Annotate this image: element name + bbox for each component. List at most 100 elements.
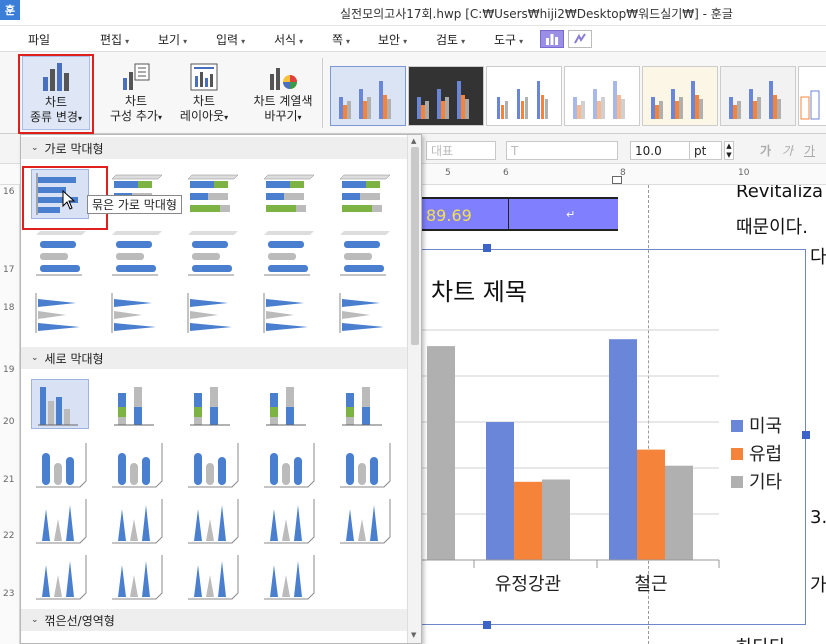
- ruler-tick: 10: [738, 168, 750, 178]
- chart-layout-button[interactable]: 차트 레이아웃▾: [176, 56, 232, 130]
- vertical-bar-type-option[interactable]: [107, 551, 165, 601]
- horizontal-bar-type-option[interactable]: [335, 229, 393, 279]
- ruler-tick: 19: [3, 365, 15, 375]
- font-unit-select[interactable]: pt: [690, 141, 722, 160]
- scroll-down-icon[interactable]: ▼: [411, 631, 416, 639]
- chart-context-tab-icon[interactable]: [540, 30, 564, 48]
- scrollbar-thumb[interactable]: [411, 147, 419, 345]
- chart-bar[interactable]: [427, 346, 455, 560]
- menu-format[interactable]: 서식 ▾: [274, 31, 303, 48]
- ruler-tick: 16: [3, 187, 15, 197]
- menu-file[interactable]: 파일: [28, 31, 50, 48]
- paragraph-mark: ↵: [566, 208, 576, 221]
- app-icon[interactable]: 훈: [0, 0, 20, 20]
- vertical-bar-type-option[interactable]: [259, 551, 317, 601]
- font-size-input[interactable]: 10.0: [630, 141, 690, 160]
- italic-button[interactable]: 가: [782, 142, 793, 159]
- menu-insert[interactable]: 입력 ▾: [216, 31, 245, 48]
- vertical-bar-type-option[interactable]: [183, 379, 241, 429]
- chart-bar[interactable]: [665, 465, 693, 560]
- chart-style-7[interactable]: [798, 66, 826, 126]
- chart-style-4[interactable]: [564, 66, 640, 126]
- add-element-label-1: 차트: [124, 94, 148, 108]
- vertical-bar-type-option[interactable]: [107, 495, 165, 545]
- doc-text-line: 3.: [810, 507, 826, 528]
- chart-style-6[interactable]: [720, 66, 796, 126]
- font-select[interactable]: T: [506, 141, 618, 160]
- section-vertical-bar[interactable]: ⌄ 세로 막대형: [21, 347, 407, 369]
- chart-style-5[interactable]: [642, 66, 718, 126]
- vertical-bar-type-option[interactable]: [31, 495, 89, 545]
- menu-page[interactable]: 쪽 ▾: [332, 31, 350, 48]
- legend-swatch: [731, 448, 743, 460]
- chart-resize-handle[interactable]: [483, 621, 491, 629]
- chart-style-2[interactable]: [408, 66, 484, 126]
- horizontal-bar-type-option[interactable]: [31, 229, 89, 279]
- section-horizontal-bar[interactable]: ⌄ 가로 막대형: [21, 137, 407, 159]
- horizontal-bar-type-option[interactable]: [183, 285, 241, 335]
- chart-bar[interactable]: [542, 479, 570, 561]
- table-cell[interactable]: 89.69 ↵: [420, 197, 618, 231]
- vertical-bar-type-option[interactable]: [259, 439, 317, 489]
- horizontal-bar-type-option[interactable]: [183, 229, 241, 279]
- horizontal-bar-type-option[interactable]: [183, 169, 241, 219]
- font-size-spinner[interactable]: ▲ ▼: [724, 141, 734, 160]
- chart-style-1[interactable]: [330, 66, 406, 126]
- chart-bar[interactable]: [637, 449, 665, 560]
- vertical-bar-type-option[interactable]: [183, 495, 241, 545]
- chart-plot: 관유정강관철근미국유럽기타: [409, 329, 783, 595]
- vertical-bar-type-option[interactable]: [31, 439, 89, 489]
- vertical-bar-type-option[interactable]: [335, 495, 393, 545]
- doc-text-line: 때문이다.: [736, 217, 808, 238]
- ruler-indent-marker[interactable]: [612, 176, 622, 184]
- vertical-bar-type-option[interactable]: [335, 439, 393, 489]
- layout-label-2: 레이아웃▾: [179, 109, 229, 123]
- legend-label: 기타: [749, 472, 783, 493]
- vertical-bar-type-option[interactable]: [107, 379, 165, 429]
- menu-view[interactable]: 보기 ▾: [158, 31, 187, 48]
- vertical-bar-type-option[interactable]: [259, 495, 317, 545]
- horizontal-bar-type-option[interactable]: [335, 169, 393, 219]
- chart-bar[interactable]: [609, 339, 637, 560]
- chart-style-3[interactable]: [486, 66, 562, 126]
- horizontal-bar-type-option[interactable]: [259, 285, 317, 335]
- add-chart-element-button[interactable]: 차트 구성 추가▾: [108, 56, 164, 130]
- chevron-down-icon: ⌄: [31, 143, 39, 153]
- vertical-bar-type-option[interactable]: [31, 551, 89, 601]
- menu-security[interactable]: 보안 ▾: [378, 31, 407, 48]
- menu-tools[interactable]: 도구 ▾: [494, 31, 523, 48]
- chart-bar[interactable]: [486, 422, 514, 560]
- panel-scrollbar[interactable]: ▲ ▼: [407, 135, 421, 643]
- horizontal-bar-type-option[interactable]: [335, 285, 393, 335]
- chart-layout-icon: [189, 56, 219, 92]
- horizontal-bar-type-option[interactable]: [31, 285, 89, 335]
- vertical-bar-type-option[interactable]: [183, 551, 241, 601]
- scroll-up-icon[interactable]: ▲: [411, 137, 416, 145]
- horizontal-bar-type-option[interactable]: [259, 169, 317, 219]
- chart-resize-handle[interactable]: [802, 431, 810, 439]
- chart-object[interactable]: 차트 제목 관유정강관철근미국유럽기타: [408, 249, 806, 625]
- menu-review[interactable]: 검토 ▾: [436, 31, 465, 48]
- chart-format-tab-icon[interactable]: [568, 30, 592, 48]
- vertical-bar-type-option[interactable]: [183, 439, 241, 489]
- horizontal-bar-type-option[interactable]: [259, 229, 317, 279]
- bold-button[interactable]: 가: [760, 142, 771, 159]
- vertical-bar-type-option[interactable]: [31, 379, 89, 429]
- chevron-down-icon: ⌄: [31, 353, 39, 363]
- menu-edit[interactable]: 편집 ▾: [100, 31, 129, 48]
- vertical-bar-type-option[interactable]: [259, 379, 317, 429]
- chart-series-color-button[interactable]: 차트 계열색 바꾸기▾: [250, 56, 316, 130]
- style-select[interactable]: 대표: [426, 141, 496, 160]
- chart-bar[interactable]: [514, 481, 542, 560]
- section-line-area[interactable]: ⌄ 꺾은선/영역형: [21, 609, 407, 631]
- ribbon-divider: [322, 58, 323, 128]
- legend-label: 미국: [749, 416, 782, 437]
- chart-resize-handle[interactable]: [483, 244, 491, 252]
- horizontal-bar-type-option[interactable]: [107, 285, 165, 335]
- vertical-bar-type-option[interactable]: [107, 439, 165, 489]
- horizontal-bar-type-option[interactable]: [107, 229, 165, 279]
- chart-element-icon: [121, 56, 151, 92]
- underline-button[interactable]: 가: [804, 142, 815, 159]
- vertical-bar-type-option[interactable]: [335, 379, 393, 429]
- highlight-change-type: [18, 54, 94, 134]
